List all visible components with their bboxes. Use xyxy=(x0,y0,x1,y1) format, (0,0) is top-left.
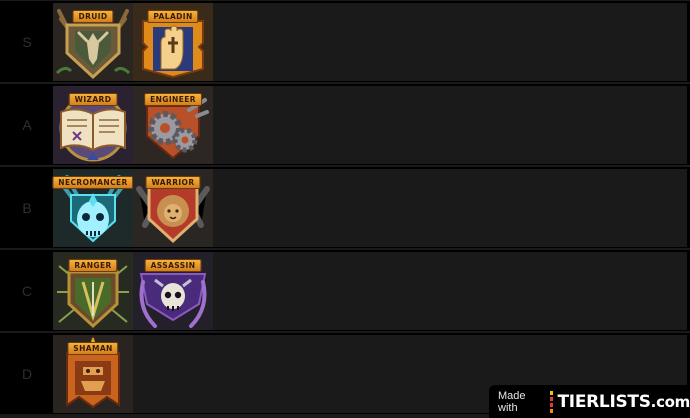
tier-item-engineer[interactable]: ENGINEER xyxy=(133,86,213,164)
tier-row-c: C RANGER ASSASSIN xyxy=(0,250,690,331)
tier-items-c[interactable]: RANGER ASSASSIN xyxy=(53,252,687,330)
tier-items-b[interactable]: NECROMANCER WARRIOR xyxy=(52,169,687,247)
item-label-paladin: PALADIN xyxy=(147,10,199,23)
tier-list: S DRUID PALADIN A WIZARD ENGINEER B NECR… xyxy=(0,0,690,418)
made-with-text: Made with xyxy=(498,389,526,414)
tier-item-warrior[interactable]: WARRIOR xyxy=(133,169,213,247)
tier-label-a[interactable]: A xyxy=(3,86,51,164)
tierlists-brand: TIERLISTS.com xyxy=(558,392,690,412)
tier-item-paladin[interactable]: PALADIN xyxy=(133,3,213,81)
tier-label-b[interactable]: B xyxy=(3,169,51,247)
item-label-engineer: ENGINEER xyxy=(144,93,202,106)
tier-label-s[interactable]: S xyxy=(3,3,51,81)
tier-item-necromancer[interactable]: NECROMANCER xyxy=(52,169,134,247)
tier-row-s: S DRUID PALADIN xyxy=(0,1,690,82)
tier-item-wizard[interactable]: WIZARD xyxy=(53,86,133,164)
tierlists-logo-icon xyxy=(549,390,553,413)
tier-row-b: B NECROMANCER WARRIOR xyxy=(0,167,690,248)
tier-item-shaman[interactable]: SHAMAN xyxy=(53,335,133,413)
item-label-ranger: RANGER xyxy=(68,259,118,272)
tierlists-watermark[interactable]: Made with TIERLISTS.com xyxy=(489,385,690,418)
tier-items-a[interactable]: WIZARD ENGINEER xyxy=(53,86,687,164)
tier-label-c[interactable]: C xyxy=(3,252,51,330)
tier-item-druid[interactable]: DRUID xyxy=(53,3,133,81)
tier-item-ranger[interactable]: RANGER xyxy=(53,252,133,330)
brand-suffix: .com xyxy=(650,392,690,411)
tier-label-d[interactable]: D xyxy=(3,335,51,413)
brand-name: TIERLISTS xyxy=(557,391,651,412)
tier-items-s[interactable]: DRUID PALADIN xyxy=(53,3,687,81)
item-label-necromancer: NECROMANCER xyxy=(52,176,134,189)
item-label-wizard: WIZARD xyxy=(68,93,118,106)
tier-item-assassin[interactable]: ASSASSIN xyxy=(133,252,213,330)
item-label-druid: DRUID xyxy=(72,10,114,23)
item-label-assassin: ASSASSIN xyxy=(144,259,202,272)
tier-row-a: A WIZARD ENGINEER xyxy=(0,84,690,165)
item-label-warrior: WARRIOR xyxy=(145,176,201,189)
item-label-shaman: SHAMAN xyxy=(67,342,119,355)
